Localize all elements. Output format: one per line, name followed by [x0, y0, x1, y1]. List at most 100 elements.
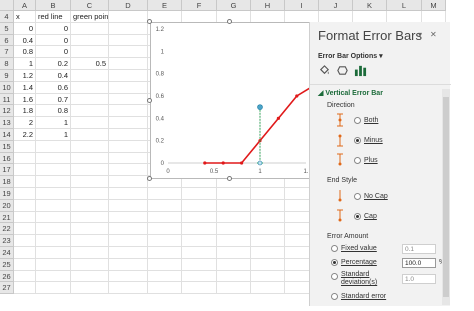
- cell[interactable]: 0: [14, 22, 36, 35]
- cell[interactable]: [109, 211, 148, 224]
- cell[interactable]: [217, 188, 251, 200]
- row-header[interactable]: 9: [0, 70, 14, 82]
- cell[interactable]: [148, 235, 182, 247]
- cell[interactable]: [14, 140, 36, 153]
- cell[interactable]: [148, 282, 182, 295]
- column-header-k[interactable]: K: [353, 0, 387, 11]
- column-header-e[interactable]: E: [148, 0, 182, 11]
- cell[interactable]: [36, 140, 71, 153]
- cell[interactable]: [71, 235, 109, 247]
- cell[interactable]: [109, 199, 148, 212]
- cell[interactable]: [71, 140, 109, 153]
- end-style-cap-label[interactable]: Cap: [364, 213, 377, 220]
- cell[interactable]: [71, 34, 109, 47]
- cell[interactable]: [109, 140, 148, 153]
- cell[interactable]: [36, 188, 71, 200]
- fill-line-icon[interactable]: [318, 64, 331, 77]
- cell[interactable]: [148, 223, 182, 236]
- chart[interactable]: 1.2 1 0.8 0.6 0.4 0.2 0 0 0.5 1 1.: [150, 22, 317, 179]
- row-header[interactable]: 7: [0, 46, 14, 59]
- cell[interactable]: 0.4: [14, 34, 36, 47]
- cell[interactable]: [71, 93, 109, 106]
- cell[interactable]: 1: [36, 129, 71, 141]
- select-all-corner[interactable]: [0, 0, 14, 11]
- column-header-m[interactable]: M: [422, 0, 446, 11]
- column-header-i[interactable]: I: [285, 0, 319, 11]
- cell[interactable]: [71, 199, 109, 212]
- fixed-value-radio[interactable]: [331, 245, 338, 252]
- direction-plus-radio[interactable]: [354, 157, 361, 164]
- cell[interactable]: [148, 258, 182, 271]
- cell[interactable]: [251, 270, 285, 283]
- cell[interactable]: [217, 235, 251, 247]
- cell[interactable]: [109, 46, 148, 59]
- cell[interactable]: [109, 58, 148, 70]
- std-deviation-input[interactable]: 1.0: [402, 274, 436, 284]
- row-header[interactable]: 24: [0, 247, 14, 259]
- cell[interactable]: [36, 164, 71, 177]
- row-header[interactable]: 18: [0, 176, 14, 188]
- cell[interactable]: red line: [36, 11, 71, 23]
- cell[interactable]: [251, 199, 285, 212]
- cell[interactable]: [251, 282, 285, 295]
- row-header[interactable]: 14: [0, 129, 14, 141]
- cell[interactable]: [109, 22, 148, 35]
- cell[interactable]: x: [14, 11, 36, 23]
- cell[interactable]: [109, 81, 148, 94]
- cell[interactable]: [71, 247, 109, 259]
- cell[interactable]: 0.8: [14, 46, 36, 59]
- cell[interactable]: [109, 176, 148, 188]
- cell[interactable]: 0: [36, 22, 71, 35]
- row-header[interactable]: 16: [0, 152, 14, 165]
- pane-options-chevron-icon[interactable]: ▾: [418, 30, 422, 39]
- cell[interactable]: [217, 282, 251, 295]
- cell[interactable]: [217, 199, 251, 212]
- column-header-h[interactable]: H: [251, 0, 285, 11]
- cell[interactable]: [148, 199, 182, 212]
- cell[interactable]: [182, 211, 217, 224]
- resize-handle-bl[interactable]: [147, 176, 152, 181]
- bar-chart-icon[interactable]: [354, 64, 367, 77]
- cell[interactable]: [182, 199, 217, 212]
- effects-icon[interactable]: [336, 64, 349, 77]
- cell[interactable]: [251, 223, 285, 236]
- cell[interactable]: [71, 117, 109, 129]
- std-deviation-label[interactable]: Standard deviation(s): [341, 271, 399, 287]
- cell[interactable]: [14, 247, 36, 259]
- cell[interactable]: [182, 258, 217, 271]
- cell[interactable]: [71, 105, 109, 118]
- cell[interactable]: [71, 188, 109, 200]
- cell[interactable]: [109, 258, 148, 271]
- cell[interactable]: [71, 211, 109, 224]
- cell[interactable]: [148, 211, 182, 224]
- close-icon[interactable]: ✕: [430, 30, 437, 39]
- cell[interactable]: [14, 235, 36, 247]
- cell[interactable]: [109, 70, 148, 82]
- cell[interactable]: [182, 247, 217, 259]
- cell[interactable]: [36, 152, 71, 165]
- cell[interactable]: [109, 247, 148, 259]
- cell[interactable]: 1.6: [14, 93, 36, 106]
- direction-both-radio[interactable]: [354, 117, 361, 124]
- cell[interactable]: [71, 176, 109, 188]
- std-deviation-radio[interactable]: [331, 273, 338, 280]
- cell[interactable]: [148, 247, 182, 259]
- row-header[interactable]: 11: [0, 93, 14, 106]
- cell[interactable]: [182, 188, 217, 200]
- cell[interactable]: [109, 129, 148, 141]
- column-header-l[interactable]: L: [387, 0, 422, 11]
- cell[interactable]: [36, 199, 71, 212]
- cell[interactable]: 1: [14, 58, 36, 70]
- row-header[interactable]: 26: [0, 270, 14, 283]
- column-header-g[interactable]: G: [217, 0, 251, 11]
- end-style-no-cap-radio[interactable]: [354, 193, 361, 200]
- cell[interactable]: [217, 258, 251, 271]
- cell[interactable]: [14, 176, 36, 188]
- cell[interactable]: [71, 70, 109, 82]
- std-error-radio[interactable]: [331, 293, 338, 300]
- row-header[interactable]: 19: [0, 188, 14, 200]
- cell[interactable]: [109, 117, 148, 129]
- cell[interactable]: [217, 270, 251, 283]
- cell[interactable]: [36, 235, 71, 247]
- resize-handle-ml[interactable]: [147, 98, 152, 103]
